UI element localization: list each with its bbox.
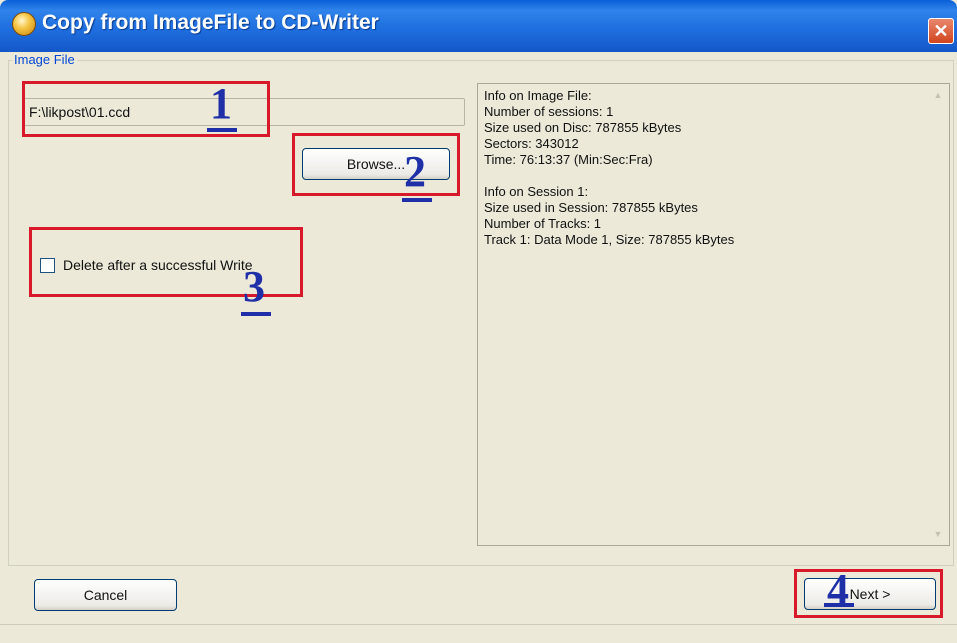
info-line: Size used on Disc: 787855 kBytes [484,120,682,135]
info-line: Time: 76:13:37 (Min:Sec:Fra) [484,152,653,167]
annotation-underline-2 [402,198,432,202]
app-icon [12,12,36,36]
info-line: Info on Image File: [484,88,592,103]
image-file-group-label: Image File [12,52,77,67]
info-line: Info on Session 1: [484,184,589,199]
annotation-box-4 [794,569,943,618]
title-bar: Copy from ImageFile to CD-Writer ✕ [0,0,957,52]
annotation-underline-3 [241,312,271,316]
info-line: Sectors: 343012 [484,136,579,151]
scroll-up-arrow-icon[interactable]: ▲ [929,86,947,104]
image-info-text: Info on Image File: Number of sessions: … [484,88,925,248]
info-line: Number of sessions: 1 [484,104,614,119]
info-line: Track 1: Data Mode 1, Size: 787855 kByte… [484,232,735,247]
cancel-button[interactable]: Cancel [34,579,177,611]
annotation-number-3: 3 [243,262,265,311]
scroll-down-arrow-icon[interactable]: ▼ [929,525,947,543]
annotation-number-1: 1 [210,79,232,128]
info-line-blank [484,168,925,184]
status-bar [0,624,957,643]
info-line: Size used in Session: 787855 kBytes [484,200,698,215]
info-line: Number of Tracks: 1 [484,216,602,231]
annotation-box-2 [292,133,460,196]
annotation-underline-1 [207,128,237,132]
image-info-textarea[interactable]: Info on Image File: Number of sessions: … [477,83,950,546]
annotation-number-2: 2 [404,147,426,196]
info-scrollbar[interactable]: ▲ ▼ [929,86,947,543]
close-button[interactable]: ✕ [928,18,954,44]
window-title: Copy from ImageFile to CD-Writer [42,11,379,34]
annotation-underline-4 [824,603,854,607]
